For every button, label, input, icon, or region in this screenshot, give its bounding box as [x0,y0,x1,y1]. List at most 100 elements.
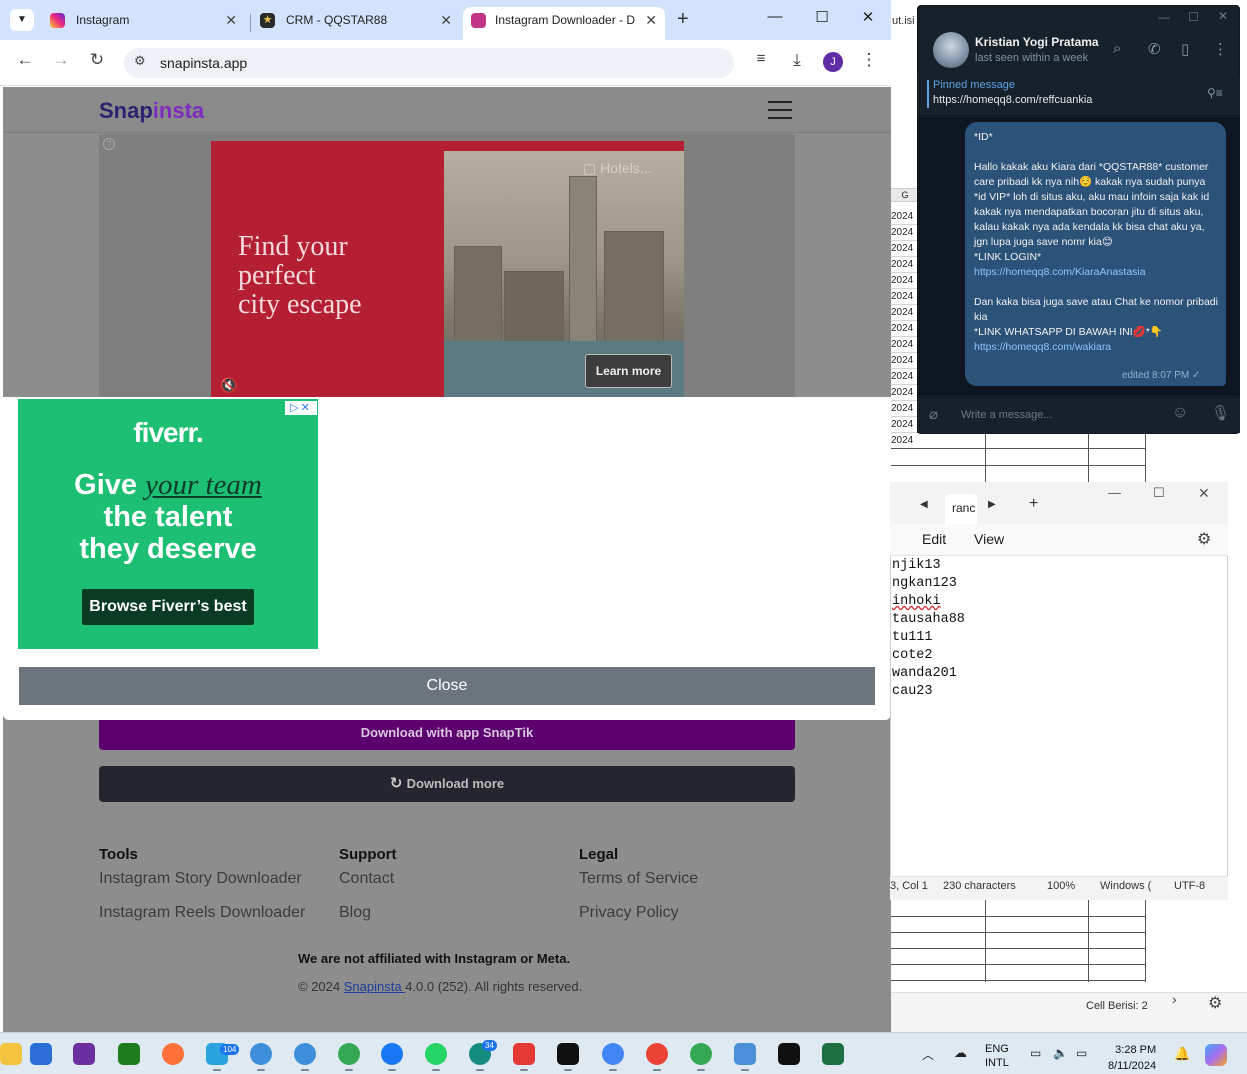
new-tab-plus-icon[interactable]: + [677,8,689,31]
close-icon[interactable]: ✕ [440,7,452,33]
chrome-icon[interactable] [250,1043,272,1065]
anydesk-icon[interactable] [513,1043,535,1065]
notepad-line[interactable]: tu111 [892,630,933,645]
network-icon[interactable]: ▭ [1030,1046,1041,1060]
tab-scroll-left-icon[interactable]: ◀ [920,499,928,510]
tray-chevron-up-icon[interactable]: ︿ [922,1046,934,1063]
download-snaptik-button[interactable]: Download with app SnapTik [99,720,795,750]
excel-cell[interactable]: 2024 [890,433,1145,449]
folder-icon[interactable] [0,1043,22,1065]
chrome-icon[interactable] [646,1043,668,1065]
new-tab-plus-icon[interactable]: + [1029,495,1038,513]
whatsapp-icon[interactable] [425,1043,447,1065]
excel-column-header[interactable]: G [890,188,920,202]
notepad-tab[interactable]: ranc [945,494,977,524]
site-info-icon[interactable]: ⚙ [134,53,146,69]
download-more-button[interactable]: ↻ Download more [99,766,795,802]
minimize-icon[interactable]: — [755,8,795,25]
firefox-icon[interactable] [162,1043,184,1065]
footer-link-story[interactable]: Instagram Story Downloader [99,870,302,888]
chrome-people-icon[interactable] [602,1043,624,1065]
url-text[interactable]: snapinsta.app [160,55,247,71]
notepad-line[interactable]: inhoki [892,594,941,609]
cortana-icon[interactable] [73,1043,95,1065]
footer-link-blog[interactable]: Blog [339,904,371,922]
sidebar-toggle-icon[interactable]: ▯ [1181,40,1189,58]
maximize-icon[interactable]: ☐ [1153,485,1165,501]
notepad-line[interactable]: cau23 [892,684,933,699]
facebook-icon[interactable] [381,1043,403,1065]
kebab-menu-icon[interactable]: ⋮ [857,50,881,70]
hamburger-menu-icon[interactable] [768,109,792,111]
message-link-whatsapp[interactable]: https://homeqq8.com/wakiara [974,341,1111,353]
unpin-icon[interactable]: ⚲≡ [1207,86,1223,100]
footer-link-privacy[interactable]: Privacy Policy [579,904,679,922]
notepad-line[interactable]: ngkan123 [892,576,957,591]
tab-crm[interactable]: ★ CRM - QQSTAR88 ✕ [250,7,460,40]
close-button[interactable]: Close [19,667,875,705]
gear-icon[interactable]: ⚙ [1208,993,1222,1013]
profile-avatar[interactable]: J [823,52,843,72]
adchoices-close-icon[interactable]: ▷✕ [285,401,317,415]
notification-bell-icon[interactable]: 🔔 [1174,1046,1190,1062]
phone-call-icon[interactable]: ✆ [1148,40,1161,58]
hamburger-menu-icon[interactable] [768,101,792,103]
maximize-icon[interactable]: ☐ [802,8,842,26]
message-link-login[interactable]: https://homeqq8.com/KiaraAnastasia [974,266,1146,278]
download-icon[interactable]: ⤓ [785,50,809,70]
reload-icon[interactable]: ↻ [85,50,109,70]
minimize-icon[interactable]: — [1108,485,1121,500]
media-controls-icon[interactable]: ≡ [749,50,773,67]
notepad-line[interactable]: njik13 [892,558,941,573]
chrome-profile-icon[interactable] [338,1043,360,1065]
chevron-right-icon[interactable]: › [1172,991,1177,1007]
window-close-icon[interactable]: ✕ [848,8,888,26]
chrome-profile-icon[interactable] [294,1043,316,1065]
browse-fiverr-button[interactable]: Browse Fiverr’s best [82,589,254,625]
settings-gear-icon[interactable]: ⚙ [1197,529,1211,549]
chrome-profile-icon[interactable] [690,1043,712,1065]
notepad-line[interactable]: cote2 [892,648,933,663]
close-icon[interactable]: ✕ [225,7,237,33]
language-indicator[interactable]: ENG INTL [985,1042,1009,1070]
notepad-line[interactable]: wanda201 [892,666,957,681]
capcut-icon[interactable] [778,1043,800,1065]
snapinsta-link[interactable]: Snapinsta [344,979,405,994]
learn-more-button[interactable]: Learn more [585,354,672,388]
notepad-icon[interactable] [734,1043,756,1065]
maximize-icon[interactable]: ☐ [1188,10,1199,24]
site-logo[interactable]: Snapinsta [99,98,204,124]
notepad-line[interactable]: tausaha88 [892,612,965,627]
message-input[interactable]: Write a message... [961,409,1053,421]
battery-icon[interactable]: ▭ [1076,1046,1087,1060]
window-close-icon[interactable]: ✕ [1218,9,1228,23]
system-clock[interactable]: 3:28 PM 8/11/2024 [1108,1042,1156,1074]
store-icon[interactable] [30,1043,52,1065]
tab-search-chevron-icon[interactable]: ▼ [10,9,34,31]
excel-icon[interactable] [822,1043,844,1065]
menu-view[interactable]: View [974,531,1004,547]
contact-avatar[interactable] [933,32,969,68]
pinned-url[interactable]: https://homeqq8.com/reffcuankia [933,94,1092,106]
emoji-icon[interactable]: ☺ [1172,404,1188,422]
tab-scroll-right-icon[interactable]: ▶ [988,499,996,510]
microphone-icon[interactable]: 🎙 [1211,404,1230,422]
ad-info-icon[interactable]: ? [103,138,115,150]
copilot-icon[interactable] [1205,1044,1227,1066]
xbox-icon[interactable] [118,1043,140,1065]
minimize-icon[interactable]: — [1158,10,1170,24]
mute-icon[interactable]: 🔇 [220,377,237,394]
onedrive-cloud-icon[interactable]: ☁ [954,1045,967,1061]
footer-link-reels[interactable]: Instagram Reels Downloader [99,904,305,922]
fwe-icon[interactable] [557,1043,579,1065]
back-arrow-icon[interactable]: ← [13,50,37,70]
contact-name[interactable]: Kristian Yogi Pratama [975,35,1099,49]
kebab-menu-icon[interactable]: ⋮ [1213,40,1228,58]
volume-icon[interactable]: 🔈 [1053,1046,1068,1060]
footer-link-contact[interactable]: Contact [339,870,394,888]
window-close-icon[interactable]: ✕ [1198,485,1210,502]
fiverr-ad[interactable]: fiverr. Give your team the talent they d… [18,399,318,649]
close-icon[interactable]: ✕ [645,7,657,33]
tab-instagram[interactable]: Instagram ✕ [40,7,245,40]
attach-paperclip-icon[interactable]: ⌀ [929,405,938,423]
